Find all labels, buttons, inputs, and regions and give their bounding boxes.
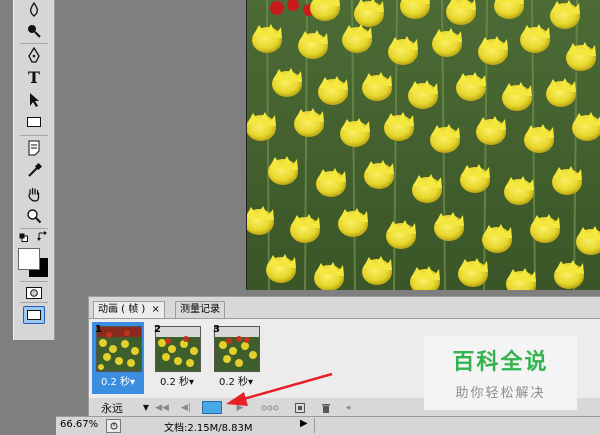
tool-separator: [20, 228, 48, 229]
eyedropper-icon[interactable]: [14, 161, 54, 181]
frame-thumbnail: [155, 326, 201, 372]
frame-thumbnail: [96, 326, 142, 372]
zoom-level[interactable]: 66.67%: [60, 419, 98, 430]
pen-icon[interactable]: [14, 45, 54, 65]
status-bar: 66.67% 文档:2.15M/8.83M ▶: [56, 416, 600, 435]
foreground-color-swatch[interactable]: [18, 248, 40, 270]
loop-select-value: 永远: [101, 401, 123, 415]
animation-frame-1[interactable]: 1 0.2 秒▾: [92, 322, 144, 394]
tab-measurement-log[interactable]: 测量记录: [175, 301, 225, 318]
status-menu-icon[interactable]: [106, 419, 121, 433]
frame-delay[interactable]: 0.2 秒▾: [92, 373, 144, 388]
tool-separator: [20, 135, 48, 136]
frame-thumbnail: [214, 326, 260, 372]
hand-icon[interactable]: [14, 184, 54, 204]
frame-delay[interactable]: 0.2 秒▾: [151, 373, 203, 388]
watermark: 百科全说 助你轻松解决: [424, 336, 577, 410]
chevron-down-icon: ▼: [142, 403, 149, 412]
tab-animation[interactable]: 动画 ( 帧 ) ×: [93, 301, 165, 318]
notes-icon[interactable]: [14, 138, 54, 158]
burn-icon[interactable]: [14, 21, 54, 41]
swap-colors-icon[interactable]: [37, 231, 48, 242]
scroll-left-icon[interactable]: ◂: [343, 400, 353, 415]
tool-separator: [20, 43, 48, 44]
tools-panel: T: [13, 0, 55, 340]
horizontal-scrollbar[interactable]: [314, 418, 600, 433]
screenmode-icon[interactable]: [14, 305, 54, 325]
annotation-arrow: [226, 372, 333, 406]
status-expand-icon[interactable]: ▶: [300, 418, 308, 429]
droplet-icon[interactable]: [14, 0, 54, 20]
path-select-icon[interactable]: [14, 90, 54, 110]
tool-separator: [20, 281, 48, 282]
tool-separator: [20, 302, 48, 303]
type-icon[interactable]: T: [14, 67, 54, 87]
tab-measurement-label: 测量记录: [180, 304, 220, 315]
document-canvas[interactable]: [246, 0, 600, 290]
loop-select[interactable]: 永远 ▼: [95, 400, 149, 415]
previous-frame-icon[interactable]: ◀|: [177, 400, 195, 415]
quickmask-icon[interactable]: [14, 283, 54, 303]
document-size: 文档:2.15M/8.83M: [164, 423, 253, 434]
tab-animation-label: 动画 ( 帧 ): [98, 304, 146, 315]
first-frame-icon[interactable]: ◀◀: [153, 400, 171, 415]
rectangle-icon[interactable]: [14, 112, 54, 132]
watermark-title: 百科全说: [452, 350, 549, 375]
animation-frame-2[interactable]: 2 0.2 秒▾: [151, 322, 203, 394]
frame-number: 3: [213, 324, 220, 335]
frame-number: 2: [154, 324, 161, 335]
close-tab-icon[interactable]: ×: [152, 304, 160, 315]
frame-number: 1: [95, 324, 102, 335]
default-colors-icon[interactable]: [19, 232, 28, 242]
watermark-subtitle: 助你轻松解决: [455, 386, 546, 401]
zoom-icon[interactable]: [14, 206, 54, 226]
